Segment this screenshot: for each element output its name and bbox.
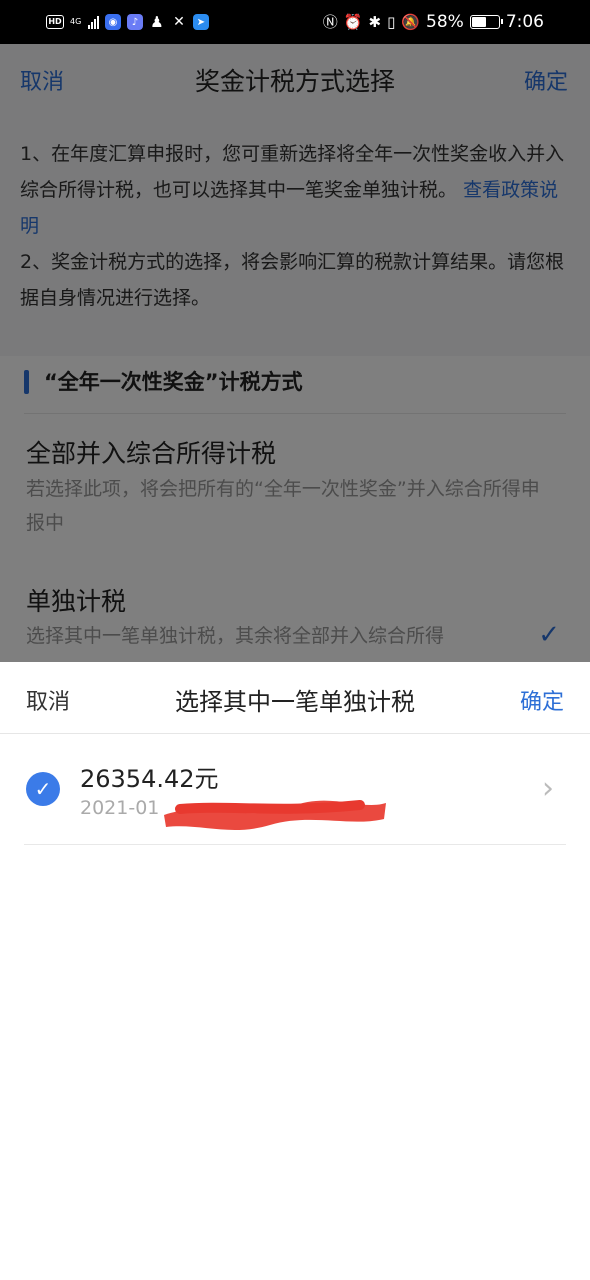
status-bar: HD 4G ◉ ♪ ♟ ✕ ➤ Ⓝ ⏰ ✱ ▯ 🔕 58% 7:06 xyxy=(0,0,590,44)
translate-icon: ✕ xyxy=(173,14,185,30)
battery-icon xyxy=(469,15,503,29)
status-bar-right: Ⓝ ⏰ ✱ ▯ 🔕 58% 7:06 xyxy=(323,10,544,34)
selected-check-icon[interactable]: ✓ xyxy=(26,772,60,806)
bluetooth-icon: ✱ xyxy=(368,13,382,31)
background-page: 取消 奖金计税方式选择 确定 1、在年度汇算申报时，您可重新选择将全年一次性奖金… xyxy=(0,44,590,662)
mute-icon: 🔕 xyxy=(401,13,421,31)
status-bar-left: HD 4G ◉ ♪ ♟ ✕ ➤ xyxy=(46,10,209,34)
bonus-list-item[interactable]: ✓ 26354.42元 2021-01 › xyxy=(0,735,590,845)
sheet-title: 选择其中一笔单独计税 xyxy=(175,688,415,716)
network-type: 4G xyxy=(70,17,82,26)
item-divider xyxy=(24,844,566,845)
battery-tip xyxy=(500,19,503,24)
dim-overlay[interactable] xyxy=(0,44,590,662)
battery-fill xyxy=(471,17,486,27)
nfc-icon: Ⓝ xyxy=(322,13,338,31)
battery-percent: 58% xyxy=(426,12,464,32)
sheet-header: 取消 选择其中一笔单独计税 确定 xyxy=(0,662,590,734)
alarm-icon: ⏰ xyxy=(343,13,363,31)
pinned-app-icon: ➤ xyxy=(193,14,209,30)
clock: 7:06 xyxy=(505,12,544,32)
qq-icon: ♟ xyxy=(150,13,164,31)
shield-app-icon: ◉ xyxy=(105,14,121,30)
bonus-date: 2021-01 xyxy=(80,797,160,819)
sheet-confirm-button[interactable]: 确定 xyxy=(520,684,564,716)
bottom-sheet: 取消 选择其中一笔单独计税 确定 ✓ 26354.42元 2021-01 › xyxy=(0,662,590,1280)
music-app-icon: ♪ xyxy=(127,14,143,30)
vibrate-icon: ▯ xyxy=(387,13,396,31)
hd-icon: HD xyxy=(46,15,64,29)
chevron-right-icon: › xyxy=(542,771,554,806)
signal-icon xyxy=(88,15,99,29)
bonus-amount: 26354.42元 xyxy=(80,765,219,793)
redaction-scribble xyxy=(164,800,386,830)
